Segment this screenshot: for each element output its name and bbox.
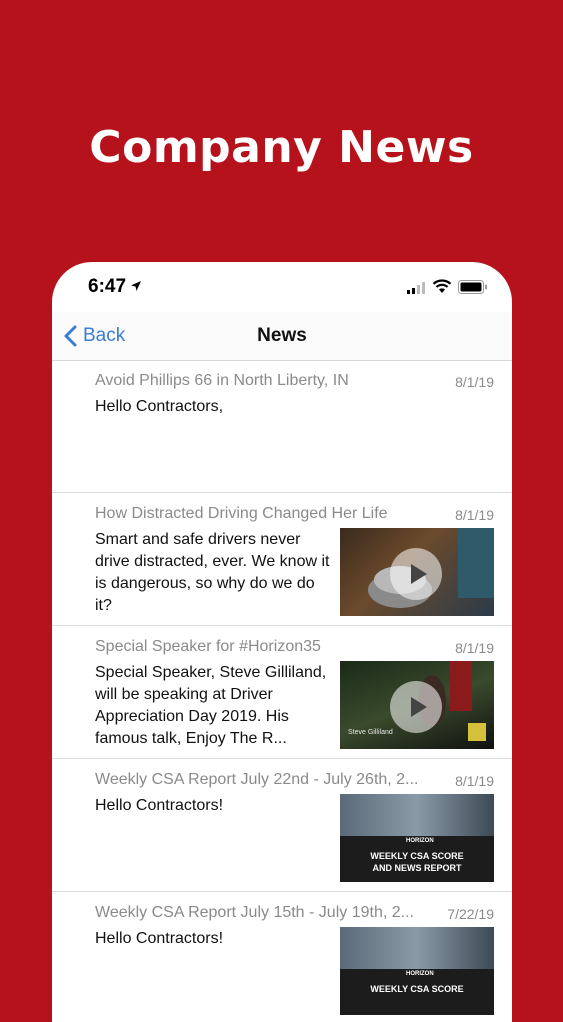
video-thumbnail[interactable] xyxy=(340,528,494,616)
navigation-bar: Back News xyxy=(52,312,512,361)
news-title: How Distracted Driving Changed Her Life xyxy=(95,505,388,522)
news-date: 8/1/19 xyxy=(455,773,494,789)
csa-caption: WEEKLY CSA SCORE xyxy=(340,983,494,995)
truck-photo xyxy=(340,927,494,969)
news-date: 8/1/19 xyxy=(455,640,494,656)
status-time: 6:47 xyxy=(88,276,127,297)
news-snippet: Smart and safe drivers never drive distr… xyxy=(95,531,330,614)
location-arrow-icon xyxy=(131,281,141,291)
horizon-logo: HORIZON xyxy=(406,971,434,977)
news-title: Avoid Phillips 66 in North Liberty, IN xyxy=(95,372,349,389)
news-snippet: Hello Contractors! xyxy=(95,797,224,814)
news-snippet: Special Speaker, Steve Gilliland, will b… xyxy=(95,664,327,747)
news-item[interactable]: How Distracted Driving Changed Her Life … xyxy=(52,493,512,626)
news-item[interactable]: Weekly CSA Report July 15th - July 19th,… xyxy=(52,892,512,1022)
csa-report-thumbnail[interactable]: HORIZON WEEKLY CSA SCORE xyxy=(340,927,494,1015)
horizon-logo: HORIZON xyxy=(406,838,434,844)
news-title: Special Speaker for #Horizon35 xyxy=(95,638,321,655)
news-item[interactable]: Avoid Phillips 66 in North Liberty, IN 8… xyxy=(52,360,512,493)
news-date: 8/1/19 xyxy=(455,507,494,523)
csa-caption-line1: WEEKLY CSA SCORE xyxy=(370,851,464,861)
speaker-caption: Steve Gilliland xyxy=(348,729,393,736)
csa-caption-line2: AND NEWS REPORT xyxy=(372,863,462,873)
news-snippet: Hello Contractors, xyxy=(95,398,224,415)
cellular-signal-icon xyxy=(407,282,425,294)
truck-photo xyxy=(340,794,494,836)
video-thumbnail[interactable]: Steve Gilliland xyxy=(340,661,494,749)
news-list: Avoid Phillips 66 in North Liberty, IN 8… xyxy=(52,360,512,1022)
wifi-icon xyxy=(432,279,452,293)
news-item[interactable]: Weekly CSA Report July 22nd - July 26th,… xyxy=(52,759,512,892)
promo-headline: Company News xyxy=(89,122,474,173)
news-title: Weekly CSA Report July 15th - July 19th,… xyxy=(95,904,414,921)
news-date: 8/1/19 xyxy=(455,374,494,390)
nav-title: News xyxy=(257,325,307,346)
news-item[interactable]: Special Speaker for #Horizon35 8/1/19 Sp… xyxy=(52,626,512,759)
news-snippet: Hello Contractors! xyxy=(95,930,224,947)
csa-report-thumbnail[interactable]: HORIZON WEEKLY CSA SCORE AND NEWS REPORT xyxy=(340,794,494,882)
news-date: 7/22/19 xyxy=(447,906,494,922)
csa-caption-line1: WEEKLY CSA SCORE xyxy=(370,984,464,994)
play-icon[interactable] xyxy=(390,681,442,733)
status-bar: 6:47 xyxy=(52,262,512,312)
play-icon[interactable] xyxy=(390,548,442,600)
csa-caption: WEEKLY CSA SCORE AND NEWS REPORT xyxy=(340,850,494,874)
battery-icon xyxy=(458,280,487,294)
phone-screen: 6:47 Back News Avoid Phillips 66 in Nort… xyxy=(52,262,512,1022)
news-title: Weekly CSA Report July 22nd - July 26th,… xyxy=(95,771,419,788)
